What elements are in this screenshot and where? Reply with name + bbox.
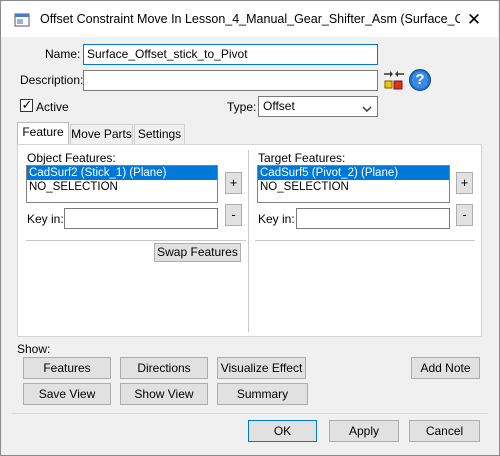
type-select-value: Offset bbox=[263, 99, 295, 113]
visualize-effect-button[interactable]: Visualize Effect bbox=[217, 357, 306, 379]
description-input[interactable] bbox=[83, 70, 378, 91]
apply-button[interactable]: Apply bbox=[329, 420, 399, 442]
object-keyin-input[interactable] bbox=[64, 208, 218, 229]
name-label: Name: bbox=[45, 47, 81, 61]
help-icon[interactable]: ? bbox=[408, 68, 432, 92]
target-features-label: Target Features: bbox=[258, 151, 346, 165]
remove-target-feature-button[interactable]: - bbox=[456, 204, 473, 226]
show-view-button[interactable]: Show View bbox=[120, 383, 208, 405]
check-icon: ✓ bbox=[21, 97, 33, 112]
close-icon[interactable]: ✕ bbox=[463, 9, 485, 31]
help-glyph: ? bbox=[415, 71, 425, 88]
summary-button[interactable]: Summary bbox=[217, 383, 308, 405]
object-keyin-label: Key in: bbox=[27, 212, 64, 226]
list-item[interactable]: NO_SELECTION bbox=[258, 180, 449, 194]
panel-divider bbox=[248, 150, 249, 332]
target-keyin-label: Key in: bbox=[258, 212, 295, 226]
object-features-label: Object Features: bbox=[27, 151, 116, 165]
tab-settings[interactable]: Settings bbox=[134, 124, 185, 145]
object-features-list[interactable]: CadSurf2 (Stick_1) (Plane) NO_SELECTION bbox=[26, 165, 218, 203]
add-target-feature-button[interactable]: + bbox=[456, 172, 473, 194]
object-section-divider bbox=[26, 240, 246, 241]
name-input[interactable]: Surface_Offset_stick_to_Pivot bbox=[83, 44, 378, 65]
type-select[interactable]: Offset bbox=[258, 96, 378, 117]
bottom-separator bbox=[12, 413, 488, 414]
active-label: Active bbox=[36, 100, 69, 114]
save-view-button[interactable]: Save View bbox=[23, 383, 111, 405]
description-label: Description: bbox=[20, 73, 84, 87]
add-object-feature-button[interactable]: + bbox=[225, 172, 242, 194]
target-keyin-input[interactable] bbox=[296, 208, 450, 229]
cancel-button[interactable]: Cancel bbox=[409, 420, 480, 442]
constraint-tool-icon[interactable] bbox=[382, 68, 406, 92]
chevron-down-icon bbox=[362, 102, 372, 112]
swap-features-button[interactable]: Swap Features bbox=[154, 243, 241, 262]
show-label: Show: bbox=[17, 342, 51, 356]
ok-button[interactable]: OK bbox=[248, 420, 317, 442]
target-features-list[interactable]: CadSurf5 (Pivot_2) (Plane) NO_SELECTION bbox=[257, 165, 450, 203]
list-item[interactable]: NO_SELECTION bbox=[27, 180, 217, 194]
window-title: Offset Constraint Move In Lesson_4_Manua… bbox=[40, 12, 460, 26]
app-icon bbox=[14, 12, 30, 28]
type-label: Type: bbox=[227, 100, 257, 114]
directions-button[interactable]: Directions bbox=[120, 357, 208, 379]
tab-move-parts[interactable]: Move Parts bbox=[70, 124, 133, 145]
active-checkbox[interactable]: ✓ bbox=[20, 97, 33, 112]
add-note-button[interactable]: Add Note bbox=[411, 357, 480, 379]
features-button[interactable]: Features bbox=[23, 357, 111, 379]
list-item[interactable]: CadSurf5 (Pivot_2) (Plane) bbox=[258, 166, 449, 180]
remove-object-feature-button[interactable]: - bbox=[225, 204, 242, 226]
tab-feature[interactable]: Feature bbox=[17, 122, 69, 145]
list-item[interactable]: CadSurf2 (Stick_1) (Plane) bbox=[27, 166, 217, 180]
target-section-divider bbox=[255, 240, 475, 241]
